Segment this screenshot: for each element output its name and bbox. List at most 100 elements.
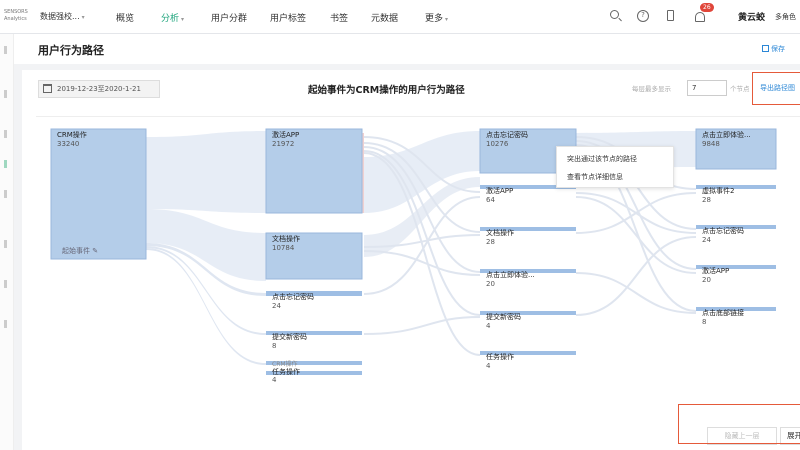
rail-icon-active[interactable] xyxy=(4,160,7,168)
nav-item-label: 分析 xyxy=(161,14,180,24)
chevron-down-icon: ▾ xyxy=(181,16,185,23)
calendar-icon xyxy=(43,84,52,93)
node-label: 任务操作 xyxy=(486,353,514,361)
nav-item-more[interactable]: 更多 ▾ xyxy=(425,11,448,24)
node-count: 10784 xyxy=(272,244,295,252)
node-label: 点击立即体验... xyxy=(486,271,535,279)
node-count: 24 xyxy=(272,302,281,310)
node-count: 8 xyxy=(702,318,707,326)
node-label: 文档操作 xyxy=(272,235,300,243)
node-context-menu: 突出通过该节点的路径 查看节点详细信息 xyxy=(556,146,674,188)
flow-line[interactable] xyxy=(575,236,697,316)
node-count: 4 xyxy=(272,376,277,384)
bell-icon[interactable] xyxy=(695,12,705,22)
rail-icon[interactable] xyxy=(4,130,7,138)
logo-line-2: Analytics xyxy=(4,16,27,22)
node-label: 激活APP xyxy=(486,187,514,195)
node-count: 21972 xyxy=(272,140,295,148)
node-label: 点击忘记密码 xyxy=(702,227,744,235)
node-label: 虚拟事件2 xyxy=(702,187,735,195)
chart-title: 起始事件为CRM操作的用户行为路径 xyxy=(308,85,465,96)
node-count: 20 xyxy=(486,280,495,288)
node-label: 点击忘记密码 xyxy=(272,293,314,301)
logo: SENSORS Analytics xyxy=(4,9,28,23)
node-label: 激活APP xyxy=(272,131,300,139)
notification-badge: 26 xyxy=(700,3,714,12)
page-title: 用户行为路径 xyxy=(38,44,104,57)
rail-icon[interactable] xyxy=(4,320,7,328)
page-header: 用户行为路径 保存 xyxy=(14,34,800,64)
flow-line[interactable] xyxy=(363,316,481,335)
nav-item-label: 书签 xyxy=(330,14,349,24)
start-event-tag: 起始事件 ✎ xyxy=(62,246,98,256)
node-count: 28 xyxy=(486,238,495,246)
chevron-down-icon: ▾ xyxy=(81,14,85,21)
save-label: 保存 xyxy=(771,45,785,53)
menu-item-highlight-path[interactable]: 突出通过该节点的路径 xyxy=(567,154,637,164)
date-range-picker[interactable]: 2019-12-23至2020-1-21 xyxy=(38,80,160,98)
menu-item-node-details[interactable]: 查看节点详细信息 xyxy=(567,172,623,182)
flow-band[interactable] xyxy=(146,131,266,213)
highlight-box xyxy=(678,404,800,444)
node-count: 10276 xyxy=(486,140,509,148)
save-icon xyxy=(762,45,769,52)
node-count: 28 xyxy=(702,196,711,204)
role-switcher[interactable]: 多角色 xyxy=(775,12,796,22)
nav-item-user-tags[interactable]: 用户标签 xyxy=(270,11,306,24)
rail-icon[interactable] xyxy=(4,280,7,288)
flow-line[interactable] xyxy=(575,272,697,314)
top-nav: SENSORS Analytics 数据强校... ▾ 概览 分析 ▾ 用户分群 用… xyxy=(0,0,800,34)
chevron-down-icon: ▾ xyxy=(445,16,449,23)
rail-icon[interactable] xyxy=(4,90,7,98)
sankey-flows xyxy=(50,128,777,375)
start-event-label: 起始事件 xyxy=(62,247,90,255)
left-rail xyxy=(0,34,14,450)
node-label: 文档操作 xyxy=(486,229,514,237)
nav-item-label: 用户标签 xyxy=(270,14,307,24)
phone-icon[interactable] xyxy=(667,10,674,21)
nav-item-analysis[interactable]: 分析 ▾ xyxy=(161,11,184,24)
per-layer-input[interactable]: 7 xyxy=(687,80,727,96)
date-range-value: 2019-12-23至2020-1-21 xyxy=(57,85,141,93)
nav-item-metadata[interactable]: 元数据 xyxy=(371,11,398,24)
node-label: 激活APP xyxy=(702,267,730,275)
node-count: 8 xyxy=(272,342,277,350)
node-count: 9848 xyxy=(702,140,720,148)
app-window: SENSORS Analytics 数据强校... ▾ 概览 分析 ▾ 用户分群 用… xyxy=(0,0,800,450)
per-layer-label: 每层最多显示 xyxy=(632,85,671,93)
node-label: 点击忘记密码 xyxy=(486,131,528,139)
logo-line-1: SENSORS xyxy=(4,9,28,15)
nav-item-bookmarks[interactable]: 书签 xyxy=(330,11,348,24)
rail-icon[interactable] xyxy=(4,190,7,198)
per-layer-unit: 个节点 xyxy=(730,85,750,93)
project-selector[interactable]: 数据强校... ▾ xyxy=(40,11,85,22)
node-label: 点击底部链接 xyxy=(702,309,744,317)
nav-item-overview[interactable]: 概览 xyxy=(116,11,134,24)
username[interactable]: 黄云蛟 xyxy=(738,10,765,23)
project-name: 数据强校... xyxy=(40,12,80,21)
help-icon[interactable]: ? xyxy=(637,10,649,22)
node-count: 33240 xyxy=(57,140,80,148)
nav-item-label: 用户分群 xyxy=(211,14,248,24)
node-label: 点击立即体验... xyxy=(702,131,751,139)
flow-line[interactable] xyxy=(363,250,481,276)
node-label: 提交新密码 xyxy=(272,333,307,341)
path-analysis-card: 2019-12-23至2020-1-21 起始事件为CRM操作的用户行为路径 每… xyxy=(22,70,800,450)
pin-icon: ✎ xyxy=(92,247,99,255)
node-count: 64 xyxy=(486,196,495,204)
node-count: 20 xyxy=(702,276,711,284)
rail-icon[interactable] xyxy=(4,46,7,54)
node-count: 4 xyxy=(486,322,491,330)
node-count: 4 xyxy=(486,362,491,370)
highlight-box xyxy=(752,72,800,105)
node-label: 提交新密码 xyxy=(486,313,521,321)
node-count: 24 xyxy=(702,236,711,244)
node-label: CRM操作 xyxy=(57,131,87,139)
nav-item-label: 概览 xyxy=(116,14,135,24)
rail-icon[interactable] xyxy=(4,240,7,248)
search-icon-handle xyxy=(618,17,622,22)
nav-item-label: 更多 xyxy=(425,14,444,24)
save-button[interactable]: 保存 xyxy=(762,44,785,54)
nav-item-user-segments[interactable]: 用户分群 xyxy=(211,11,247,24)
nav-item-label: 元数据 xyxy=(371,14,399,24)
